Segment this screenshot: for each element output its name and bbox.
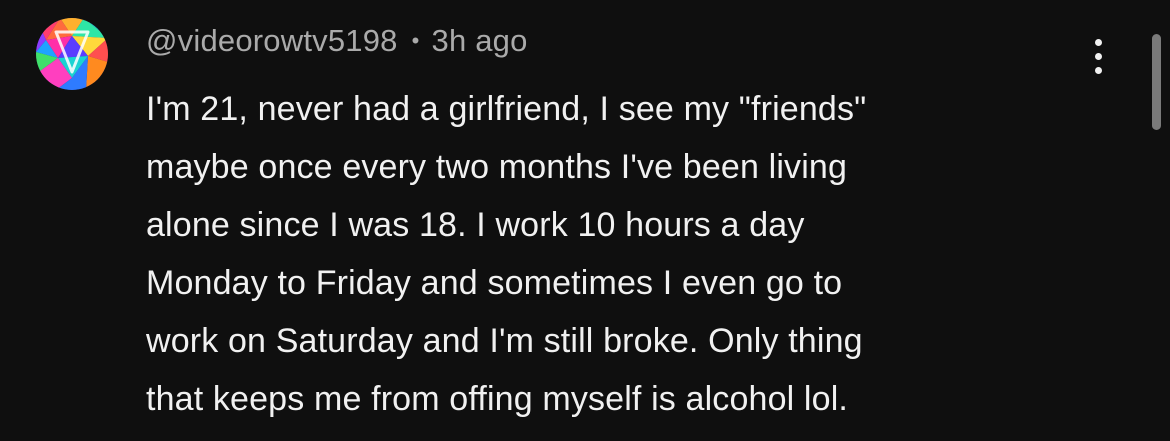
comment-timestamp[interactable]: 3h ago — [432, 23, 528, 59]
comment-text-line: Monday to Friday and sometimes I even go… — [146, 264, 843, 302]
more-options-button[interactable] — [1078, 30, 1118, 82]
scrollbar-thumb[interactable] — [1152, 34, 1161, 130]
avatar[interactable] — [36, 18, 108, 90]
colorful-triangle-logo-icon — [36, 18, 108, 90]
comment-text-line: work on Saturday and I'm still broke. On… — [146, 322, 863, 360]
comment-text-line: I'm 21, never had a girlfriend, I see my… — [146, 90, 867, 128]
comment-text-line: that keeps me from offing myself is alco… — [146, 380, 848, 418]
author-handle[interactable]: @videorowtv5198 — [146, 23, 398, 59]
more-vertical-icon — [1094, 52, 1102, 60]
comment-text-line: alone since I was 18. I work 10 hours a … — [146, 206, 805, 244]
comment-header: @videorowtv5198 • 3h ago — [146, 19, 528, 63]
more-vertical-icon — [1094, 38, 1102, 46]
comment-text: I'm 21, never had a girlfriend, I see my… — [146, 80, 1106, 428]
meta-separator: • — [411, 28, 420, 53]
comment-thread-item: @videorowtv5198 • 3h ago I'm 21, never h… — [0, 0, 1170, 441]
comment-text-line: maybe once every two months I've been li… — [146, 148, 848, 186]
more-vertical-icon — [1094, 66, 1102, 74]
